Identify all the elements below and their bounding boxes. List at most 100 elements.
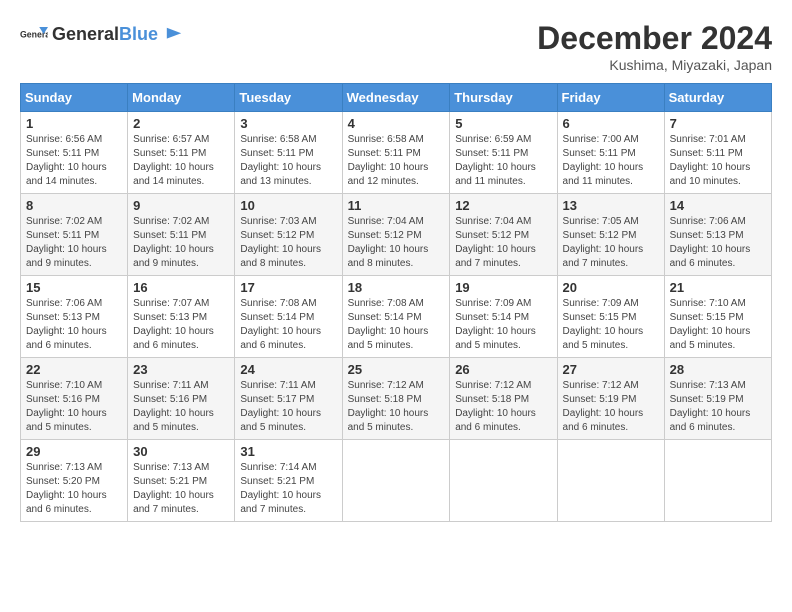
day-info: Sunrise: 6:59 AM Sunset: 5:11 PM Dayligh… bbox=[455, 133, 551, 189]
page-header: General GeneralBlue December 2024 Kushim… bbox=[20, 20, 772, 73]
day-number: 14 bbox=[670, 198, 766, 213]
day-number: 15 bbox=[26, 280, 122, 295]
day-number: 9 bbox=[133, 198, 229, 213]
month-year-title: December 2024 bbox=[537, 20, 772, 57]
day-info: Sunrise: 7:04 AM Sunset: 5:12 PM Dayligh… bbox=[455, 215, 551, 271]
day-info: Sunrise: 7:03 AM Sunset: 5:12 PM Dayligh… bbox=[240, 215, 336, 271]
day-info: Sunrise: 7:10 AM Sunset: 5:16 PM Dayligh… bbox=[26, 379, 122, 435]
calendar-cell: 31 Sunrise: 7:14 AM Sunset: 5:21 PM Dayl… bbox=[235, 440, 342, 522]
calendar-cell: 14 Sunrise: 7:06 AM Sunset: 5:13 PM Dayl… bbox=[664, 194, 771, 276]
day-number: 13 bbox=[563, 198, 659, 213]
logo: General GeneralBlue bbox=[20, 20, 183, 48]
calendar-cell: 24 Sunrise: 7:11 AM Sunset: 5:17 PM Dayl… bbox=[235, 358, 342, 440]
day-number: 24 bbox=[240, 362, 336, 377]
calendar-cell: 8 Sunrise: 7:02 AM Sunset: 5:11 PM Dayli… bbox=[21, 194, 128, 276]
day-info: Sunrise: 7:00 AM Sunset: 5:11 PM Dayligh… bbox=[563, 133, 659, 189]
day-number: 16 bbox=[133, 280, 229, 295]
location-subtitle: Kushima, Miyazaki, Japan bbox=[537, 57, 772, 73]
calendar-week-row: 29 Sunrise: 7:13 AM Sunset: 5:20 PM Dayl… bbox=[21, 440, 772, 522]
calendar-cell: 25 Sunrise: 7:12 AM Sunset: 5:18 PM Dayl… bbox=[342, 358, 450, 440]
day-info: Sunrise: 7:13 AM Sunset: 5:19 PM Dayligh… bbox=[670, 379, 766, 435]
day-number: 26 bbox=[455, 362, 551, 377]
calendar-cell: 2 Sunrise: 6:57 AM Sunset: 5:11 PM Dayli… bbox=[128, 112, 235, 194]
day-info: Sunrise: 7:12 AM Sunset: 5:18 PM Dayligh… bbox=[348, 379, 445, 435]
calendar-body: 1 Sunrise: 6:56 AM Sunset: 5:11 PM Dayli… bbox=[21, 112, 772, 522]
day-info: Sunrise: 7:11 AM Sunset: 5:17 PM Dayligh… bbox=[240, 379, 336, 435]
day-number: 3 bbox=[240, 116, 336, 131]
day-info: Sunrise: 7:10 AM Sunset: 5:15 PM Dayligh… bbox=[670, 297, 766, 353]
logo-general: General bbox=[52, 24, 119, 44]
day-number: 21 bbox=[670, 280, 766, 295]
day-number: 23 bbox=[133, 362, 229, 377]
calendar-cell: 28 Sunrise: 7:13 AM Sunset: 5:19 PM Dayl… bbox=[664, 358, 771, 440]
weekday-header-thursday: Thursday bbox=[450, 84, 557, 112]
calendar-cell: 26 Sunrise: 7:12 AM Sunset: 5:18 PM Dayl… bbox=[450, 358, 557, 440]
logo-icon: General bbox=[20, 20, 48, 48]
weekday-header-friday: Friday bbox=[557, 84, 664, 112]
day-info: Sunrise: 7:09 AM Sunset: 5:14 PM Dayligh… bbox=[455, 297, 551, 353]
weekday-header-sunday: Sunday bbox=[21, 84, 128, 112]
calendar-cell: 17 Sunrise: 7:08 AM Sunset: 5:14 PM Dayl… bbox=[235, 276, 342, 358]
day-info: Sunrise: 7:12 AM Sunset: 5:18 PM Dayligh… bbox=[455, 379, 551, 435]
day-info: Sunrise: 7:02 AM Sunset: 5:11 PM Dayligh… bbox=[133, 215, 229, 271]
day-info: Sunrise: 7:11 AM Sunset: 5:16 PM Dayligh… bbox=[133, 379, 229, 435]
weekday-header-row: SundayMondayTuesdayWednesdayThursdayFrid… bbox=[21, 84, 772, 112]
calendar-cell: 5 Sunrise: 6:59 AM Sunset: 5:11 PM Dayli… bbox=[450, 112, 557, 194]
day-number: 4 bbox=[348, 116, 445, 131]
day-number: 7 bbox=[670, 116, 766, 131]
day-number: 25 bbox=[348, 362, 445, 377]
day-number: 2 bbox=[133, 116, 229, 131]
day-number: 17 bbox=[240, 280, 336, 295]
day-number: 11 bbox=[348, 198, 445, 213]
calendar-header: SundayMondayTuesdayWednesdayThursdayFrid… bbox=[21, 84, 772, 112]
calendar-cell: 3 Sunrise: 6:58 AM Sunset: 5:11 PM Dayli… bbox=[235, 112, 342, 194]
day-number: 12 bbox=[455, 198, 551, 213]
day-info: Sunrise: 7:06 AM Sunset: 5:13 PM Dayligh… bbox=[670, 215, 766, 271]
calendar-cell: 18 Sunrise: 7:08 AM Sunset: 5:14 PM Dayl… bbox=[342, 276, 450, 358]
day-info: Sunrise: 7:02 AM Sunset: 5:11 PM Dayligh… bbox=[26, 215, 122, 271]
day-number: 5 bbox=[455, 116, 551, 131]
day-info: Sunrise: 6:57 AM Sunset: 5:11 PM Dayligh… bbox=[133, 133, 229, 189]
calendar-cell bbox=[664, 440, 771, 522]
calendar-cell bbox=[557, 440, 664, 522]
day-info: Sunrise: 7:04 AM Sunset: 5:12 PM Dayligh… bbox=[348, 215, 445, 271]
calendar-cell: 9 Sunrise: 7:02 AM Sunset: 5:11 PM Dayli… bbox=[128, 194, 235, 276]
calendar-week-row: 1 Sunrise: 6:56 AM Sunset: 5:11 PM Dayli… bbox=[21, 112, 772, 194]
day-number: 6 bbox=[563, 116, 659, 131]
calendar-cell: 21 Sunrise: 7:10 AM Sunset: 5:15 PM Dayl… bbox=[664, 276, 771, 358]
calendar-week-row: 15 Sunrise: 7:06 AM Sunset: 5:13 PM Dayl… bbox=[21, 276, 772, 358]
weekday-header-saturday: Saturday bbox=[664, 84, 771, 112]
day-number: 19 bbox=[455, 280, 551, 295]
day-info: Sunrise: 6:58 AM Sunset: 5:11 PM Dayligh… bbox=[348, 133, 445, 189]
day-number: 30 bbox=[133, 444, 229, 459]
day-info: Sunrise: 7:13 AM Sunset: 5:20 PM Dayligh… bbox=[26, 461, 122, 517]
calendar-cell: 27 Sunrise: 7:12 AM Sunset: 5:19 PM Dayl… bbox=[557, 358, 664, 440]
calendar-cell: 1 Sunrise: 6:56 AM Sunset: 5:11 PM Dayli… bbox=[21, 112, 128, 194]
calendar-cell: 23 Sunrise: 7:11 AM Sunset: 5:16 PM Dayl… bbox=[128, 358, 235, 440]
title-block: December 2024 Kushima, Miyazaki, Japan bbox=[537, 20, 772, 73]
calendar-cell: 15 Sunrise: 7:06 AM Sunset: 5:13 PM Dayl… bbox=[21, 276, 128, 358]
day-info: Sunrise: 7:08 AM Sunset: 5:14 PM Dayligh… bbox=[240, 297, 336, 353]
day-number: 18 bbox=[348, 280, 445, 295]
weekday-header-tuesday: Tuesday bbox=[235, 84, 342, 112]
day-info: Sunrise: 6:58 AM Sunset: 5:11 PM Dayligh… bbox=[240, 133, 336, 189]
logo-blue: Blue bbox=[119, 24, 158, 44]
calendar-cell bbox=[450, 440, 557, 522]
calendar-cell: 12 Sunrise: 7:04 AM Sunset: 5:12 PM Dayl… bbox=[450, 194, 557, 276]
calendar-cell: 29 Sunrise: 7:13 AM Sunset: 5:20 PM Dayl… bbox=[21, 440, 128, 522]
calendar-cell: 30 Sunrise: 7:13 AM Sunset: 5:21 PM Dayl… bbox=[128, 440, 235, 522]
day-number: 27 bbox=[563, 362, 659, 377]
logo-flag-icon bbox=[165, 26, 183, 44]
day-number: 22 bbox=[26, 362, 122, 377]
calendar-cell: 16 Sunrise: 7:07 AM Sunset: 5:13 PM Dayl… bbox=[128, 276, 235, 358]
weekday-header-monday: Monday bbox=[128, 84, 235, 112]
calendar-week-row: 22 Sunrise: 7:10 AM Sunset: 5:16 PM Dayl… bbox=[21, 358, 772, 440]
day-info: Sunrise: 7:09 AM Sunset: 5:15 PM Dayligh… bbox=[563, 297, 659, 353]
day-info: Sunrise: 7:13 AM Sunset: 5:21 PM Dayligh… bbox=[133, 461, 229, 517]
day-number: 8 bbox=[26, 198, 122, 213]
day-info: Sunrise: 7:05 AM Sunset: 5:12 PM Dayligh… bbox=[563, 215, 659, 271]
day-number: 10 bbox=[240, 198, 336, 213]
calendar-cell: 7 Sunrise: 7:01 AM Sunset: 5:11 PM Dayli… bbox=[664, 112, 771, 194]
calendar-cell: 22 Sunrise: 7:10 AM Sunset: 5:16 PM Dayl… bbox=[21, 358, 128, 440]
calendar-cell: 13 Sunrise: 7:05 AM Sunset: 5:12 PM Dayl… bbox=[557, 194, 664, 276]
